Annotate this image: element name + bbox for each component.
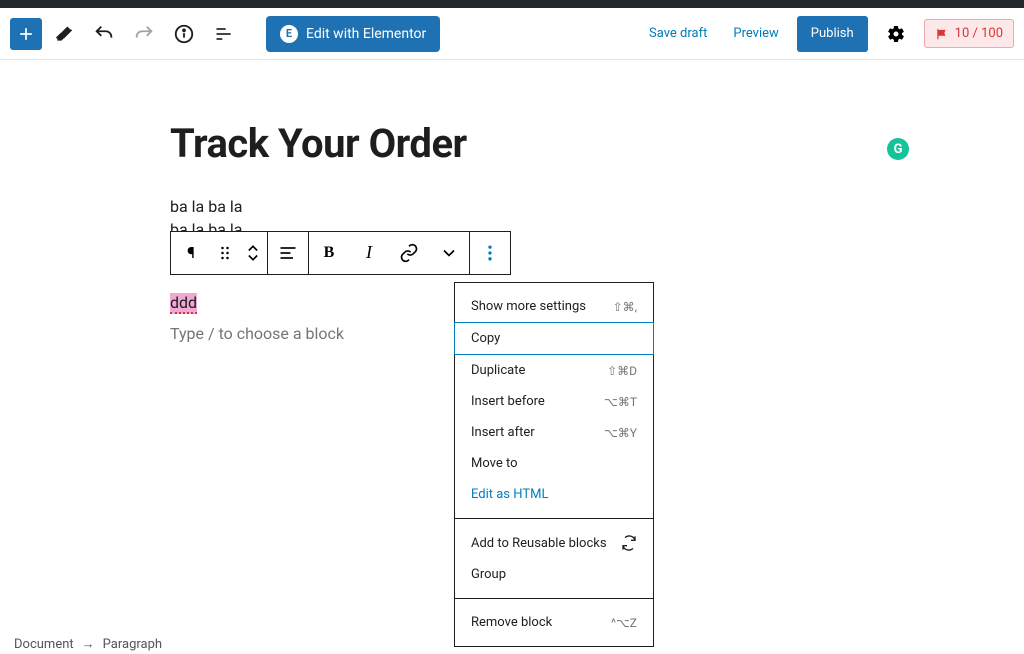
- redo-button[interactable]: [126, 16, 162, 52]
- italic-button[interactable]: I: [349, 232, 389, 274]
- breadcrumb-root[interactable]: Document: [14, 637, 74, 652]
- block-options-menu: Show more settings ⇧⌘, Copy Duplicate ⇧⌘…: [454, 282, 654, 647]
- breadcrumb-current[interactable]: Paragraph: [103, 637, 162, 652]
- add-block-button[interactable]: [10, 18, 42, 50]
- menu-move-to[interactable]: Move to: [455, 448, 653, 479]
- link-button[interactable]: [389, 232, 429, 274]
- align-button[interactable]: [268, 232, 308, 274]
- outline-button[interactable]: [206, 16, 242, 52]
- drag-handle[interactable]: [211, 232, 239, 274]
- menu-reusable-blocks[interactable]: Add to Reusable blocks: [455, 527, 653, 559]
- block-type-button[interactable]: ¶: [171, 232, 211, 274]
- breadcrumb: Document → Paragraph: [14, 636, 162, 654]
- reusable-icon: [621, 535, 637, 551]
- info-button[interactable]: [166, 16, 202, 52]
- move-updown-button[interactable]: [239, 232, 267, 274]
- elementor-icon: E: [280, 25, 298, 43]
- block-toolbar: ¶ B I: [170, 231, 511, 275]
- block-more-button[interactable]: [470, 232, 510, 274]
- edit-mode-button[interactable]: [46, 16, 82, 52]
- selected-paragraph[interactable]: ddd: [170, 293, 197, 314]
- flag-icon: [935, 27, 949, 41]
- menu-edit-html[interactable]: Edit as HTML: [455, 479, 653, 510]
- preview-button[interactable]: Preview: [725, 18, 786, 49]
- undo-button[interactable]: [86, 16, 122, 52]
- menu-remove-block[interactable]: Remove block ^⌥Z: [455, 607, 653, 638]
- editor-toolbar: E Edit with Elementor Save draft Preview…: [0, 8, 1024, 60]
- menu-show-more-settings[interactable]: Show more settings ⇧⌘,: [455, 291, 653, 322]
- save-draft-button[interactable]: Save draft: [641, 18, 715, 49]
- menu-copy[interactable]: Copy: [454, 322, 654, 355]
- menu-group[interactable]: Group: [455, 559, 653, 590]
- menu-insert-before[interactable]: Insert before ⌥⌘T: [455, 386, 653, 417]
- bold-button[interactable]: B: [309, 232, 349, 274]
- paragraph-block[interactable]: ba la ba la: [170, 197, 1024, 216]
- more-formatting-button[interactable]: [429, 232, 469, 274]
- seo-score-badge[interactable]: 10 / 100: [924, 19, 1014, 48]
- menu-insert-after[interactable]: Insert after ⌥⌘Y: [455, 417, 653, 448]
- grammarly-icon[interactable]: G: [887, 138, 909, 160]
- menu-duplicate[interactable]: Duplicate ⇧⌘D: [455, 355, 653, 386]
- publish-button[interactable]: Publish: [797, 16, 868, 52]
- settings-button[interactable]: [878, 16, 914, 52]
- edit-elementor-button[interactable]: E Edit with Elementor: [266, 16, 440, 52]
